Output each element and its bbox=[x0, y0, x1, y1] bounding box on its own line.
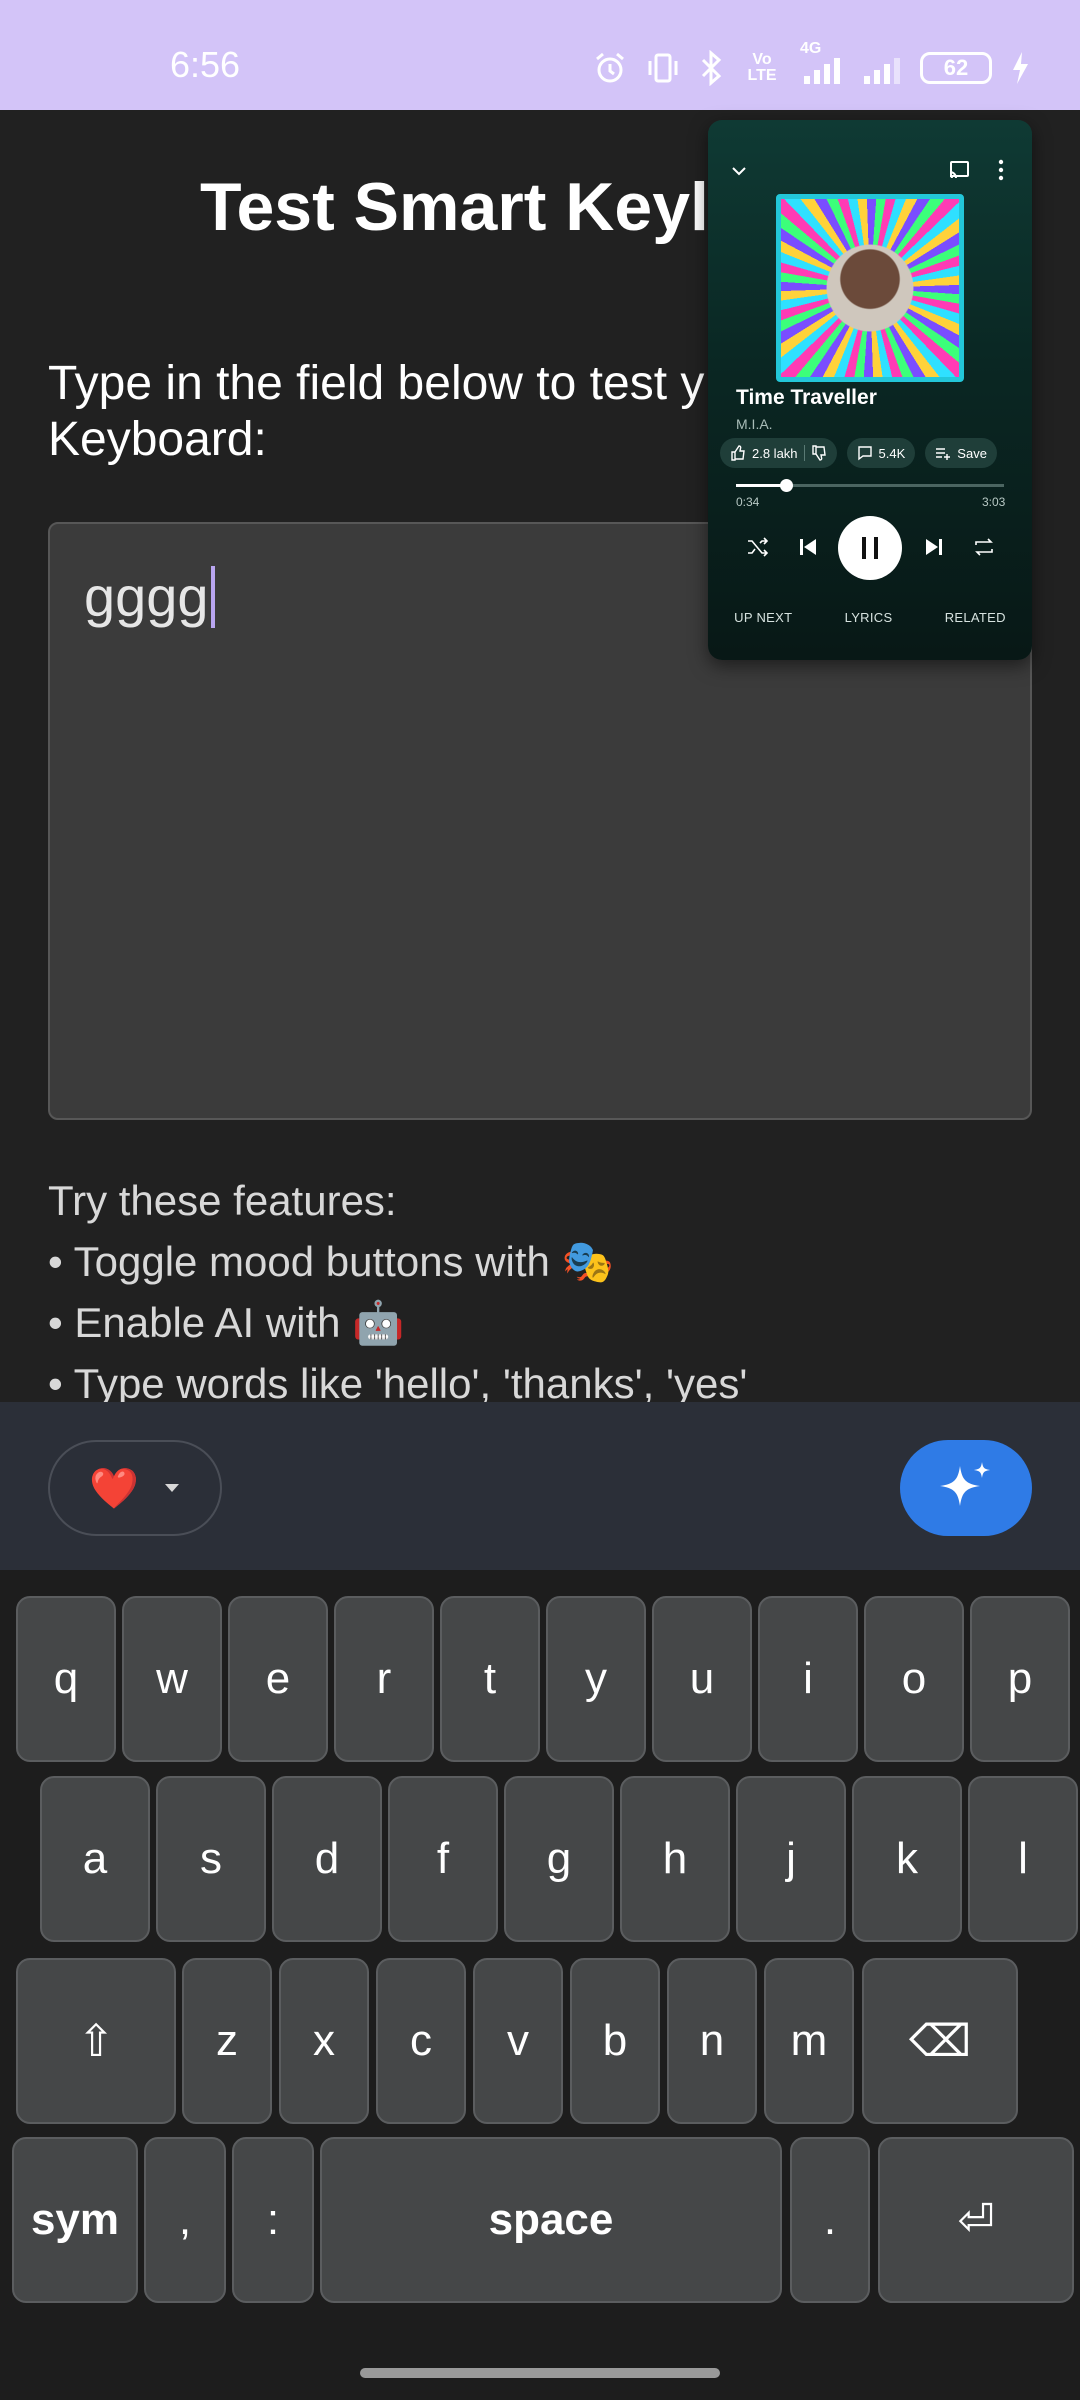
player-tabs: UP NEXT LYRICS RELATED bbox=[708, 610, 1032, 625]
pause-icon bbox=[862, 537, 878, 559]
key-z[interactable]: z bbox=[182, 1958, 272, 2124]
key-y[interactable]: y bbox=[546, 1596, 646, 1762]
repeat-icon[interactable] bbox=[972, 535, 996, 559]
song-title: Time Traveller bbox=[736, 386, 877, 409]
previous-icon[interactable] bbox=[796, 535, 820, 559]
shuffle-icon[interactable] bbox=[746, 535, 770, 559]
mood-emoji: ❤️ bbox=[89, 1466, 139, 1511]
tab-related[interactable]: RELATED bbox=[945, 610, 1006, 625]
more-options-icon[interactable] bbox=[996, 158, 1006, 182]
save-label: Save bbox=[957, 445, 987, 461]
thumbs-down-icon[interactable] bbox=[811, 445, 827, 461]
vibrate-icon bbox=[646, 50, 680, 86]
key-r[interactable]: r bbox=[334, 1596, 434, 1762]
backspace-key[interactable]: ⌫ bbox=[862, 1958, 1018, 2124]
key-b[interactable]: b bbox=[570, 1958, 660, 2124]
comment-icon bbox=[857, 446, 872, 461]
cast-icon[interactable] bbox=[948, 160, 970, 180]
sym-key[interactable]: sym bbox=[12, 2137, 138, 2303]
song-artist: M.I.A. bbox=[736, 416, 773, 432]
key-a[interactable]: a bbox=[40, 1776, 150, 1942]
next-icon[interactable] bbox=[922, 535, 946, 559]
key-m[interactable]: m bbox=[764, 1958, 854, 2124]
page-title: Test Smart Keyl bbox=[200, 169, 709, 245]
playlist-add-icon bbox=[936, 448, 951, 460]
input-value: gggg bbox=[84, 565, 209, 628]
key-j[interactable]: j bbox=[736, 1776, 846, 1942]
tab-up-next[interactable]: UP NEXT bbox=[734, 610, 792, 625]
key-o[interactable]: o bbox=[864, 1596, 964, 1762]
status-time: 6:56 bbox=[170, 44, 241, 85]
comma-key[interactable]: , bbox=[144, 2137, 226, 2303]
key-g[interactable]: g bbox=[504, 1776, 614, 1942]
total-time: 3:03 bbox=[982, 495, 1006, 509]
tab-lyrics[interactable]: LYRICS bbox=[845, 610, 893, 625]
alarm-icon bbox=[592, 50, 628, 86]
like-dislike-pill[interactable]: 2.8 lakh bbox=[720, 438, 837, 468]
status-bar: 6:56 Vo LTE 4G 62 bbox=[0, 0, 1080, 110]
network-label: 4G bbox=[800, 40, 822, 57]
text-cursor bbox=[210, 566, 215, 628]
pill-divider bbox=[803, 445, 805, 461]
sparkle-icon bbox=[940, 1462, 990, 1506]
screen: 6:56 Vo LTE 4G 62 Test Smart Keyl Type i… bbox=[0, 0, 1080, 2400]
keyboard: qwertyuiop asdfghjkl ⇧ ⌫ zxcvbnm sym , :… bbox=[0, 1570, 1080, 2400]
features-heading: Try these features: bbox=[48, 1177, 397, 1224]
save-pill[interactable]: Save bbox=[925, 438, 997, 468]
mood-selector-button[interactable]: ❤️ bbox=[48, 1440, 222, 1536]
dropdown-arrow-icon bbox=[164, 1484, 179, 1492]
comment-count: 5.4K bbox=[878, 445, 906, 461]
key-n[interactable]: n bbox=[667, 1958, 757, 2124]
current-time: 0:34 bbox=[736, 495, 760, 509]
period-key[interactable]: . bbox=[790, 2137, 870, 2303]
comments-pill[interactable]: 5.4K bbox=[846, 438, 916, 468]
enter-key[interactable]: ⏎ bbox=[878, 2137, 1074, 2303]
signal-icon bbox=[862, 50, 902, 86]
feature-item: • Enable AI with 🤖 bbox=[48, 1299, 405, 1346]
status-icons: Vo LTE 4G 62 bbox=[592, 40, 1030, 90]
thumbs-up-icon[interactable] bbox=[730, 445, 746, 461]
key-d[interactable]: d bbox=[272, 1776, 382, 1942]
key-c[interactable]: c bbox=[376, 1958, 466, 2124]
key-k[interactable]: k bbox=[852, 1776, 962, 1942]
key-q[interactable]: q bbox=[16, 1596, 116, 1762]
key-x[interactable]: x bbox=[279, 1958, 369, 2124]
charging-icon bbox=[1010, 50, 1030, 86]
input-text-line: gggg bbox=[84, 564, 215, 629]
chevron-down-icon[interactable] bbox=[728, 160, 750, 182]
key-u[interactable]: u bbox=[652, 1596, 752, 1762]
album-art bbox=[776, 194, 964, 382]
key-v[interactable]: v bbox=[473, 1958, 563, 2124]
player-actions: 2.8 lakh 5.4K Save bbox=[720, 438, 997, 468]
bluetooth-icon bbox=[698, 50, 724, 86]
key-t[interactable]: t bbox=[440, 1596, 540, 1762]
playback-controls bbox=[728, 512, 1016, 582]
key-f[interactable]: f bbox=[388, 1776, 498, 1942]
key-h[interactable]: h bbox=[620, 1776, 730, 1942]
shift-key[interactable]: ⇧ bbox=[16, 1958, 176, 2124]
progress-knob[interactable] bbox=[779, 479, 793, 492]
features-list: Try these features: • Toggle mood button… bbox=[48, 1170, 1048, 1414]
volte-icon: Vo LTE bbox=[747, 51, 777, 84]
music-mini-player[interactable]: Time Traveller M.I.A. 2.8 lakh 5.4K Save… bbox=[708, 120, 1032, 660]
gesture-nav-handle[interactable] bbox=[360, 2368, 720, 2378]
ai-sparkle-button[interactable] bbox=[900, 1440, 1032, 1536]
key-p[interactable]: p bbox=[970, 1596, 1070, 1762]
space-key[interactable]: space bbox=[320, 2137, 782, 2303]
network-4g-icon: 4G bbox=[800, 40, 844, 86]
progress-bar[interactable] bbox=[736, 479, 1004, 492]
battery-indicator: 62 bbox=[920, 52, 992, 84]
key-e[interactable]: e bbox=[228, 1596, 328, 1762]
key-i[interactable]: i bbox=[758, 1596, 858, 1762]
key-l[interactable]: l bbox=[968, 1776, 1078, 1942]
key-s[interactable]: s bbox=[156, 1776, 266, 1942]
like-count: 2.8 lakh bbox=[752, 445, 798, 461]
feature-item: • Toggle mood buttons with 🎭 bbox=[48, 1238, 614, 1285]
colon-key[interactable]: : bbox=[232, 2137, 314, 2303]
key-w[interactable]: w bbox=[122, 1596, 222, 1762]
progress-fill bbox=[736, 484, 786, 487]
keyboard-toolbar: ❤️ bbox=[0, 1402, 1080, 1570]
pause-button[interactable] bbox=[838, 516, 902, 580]
